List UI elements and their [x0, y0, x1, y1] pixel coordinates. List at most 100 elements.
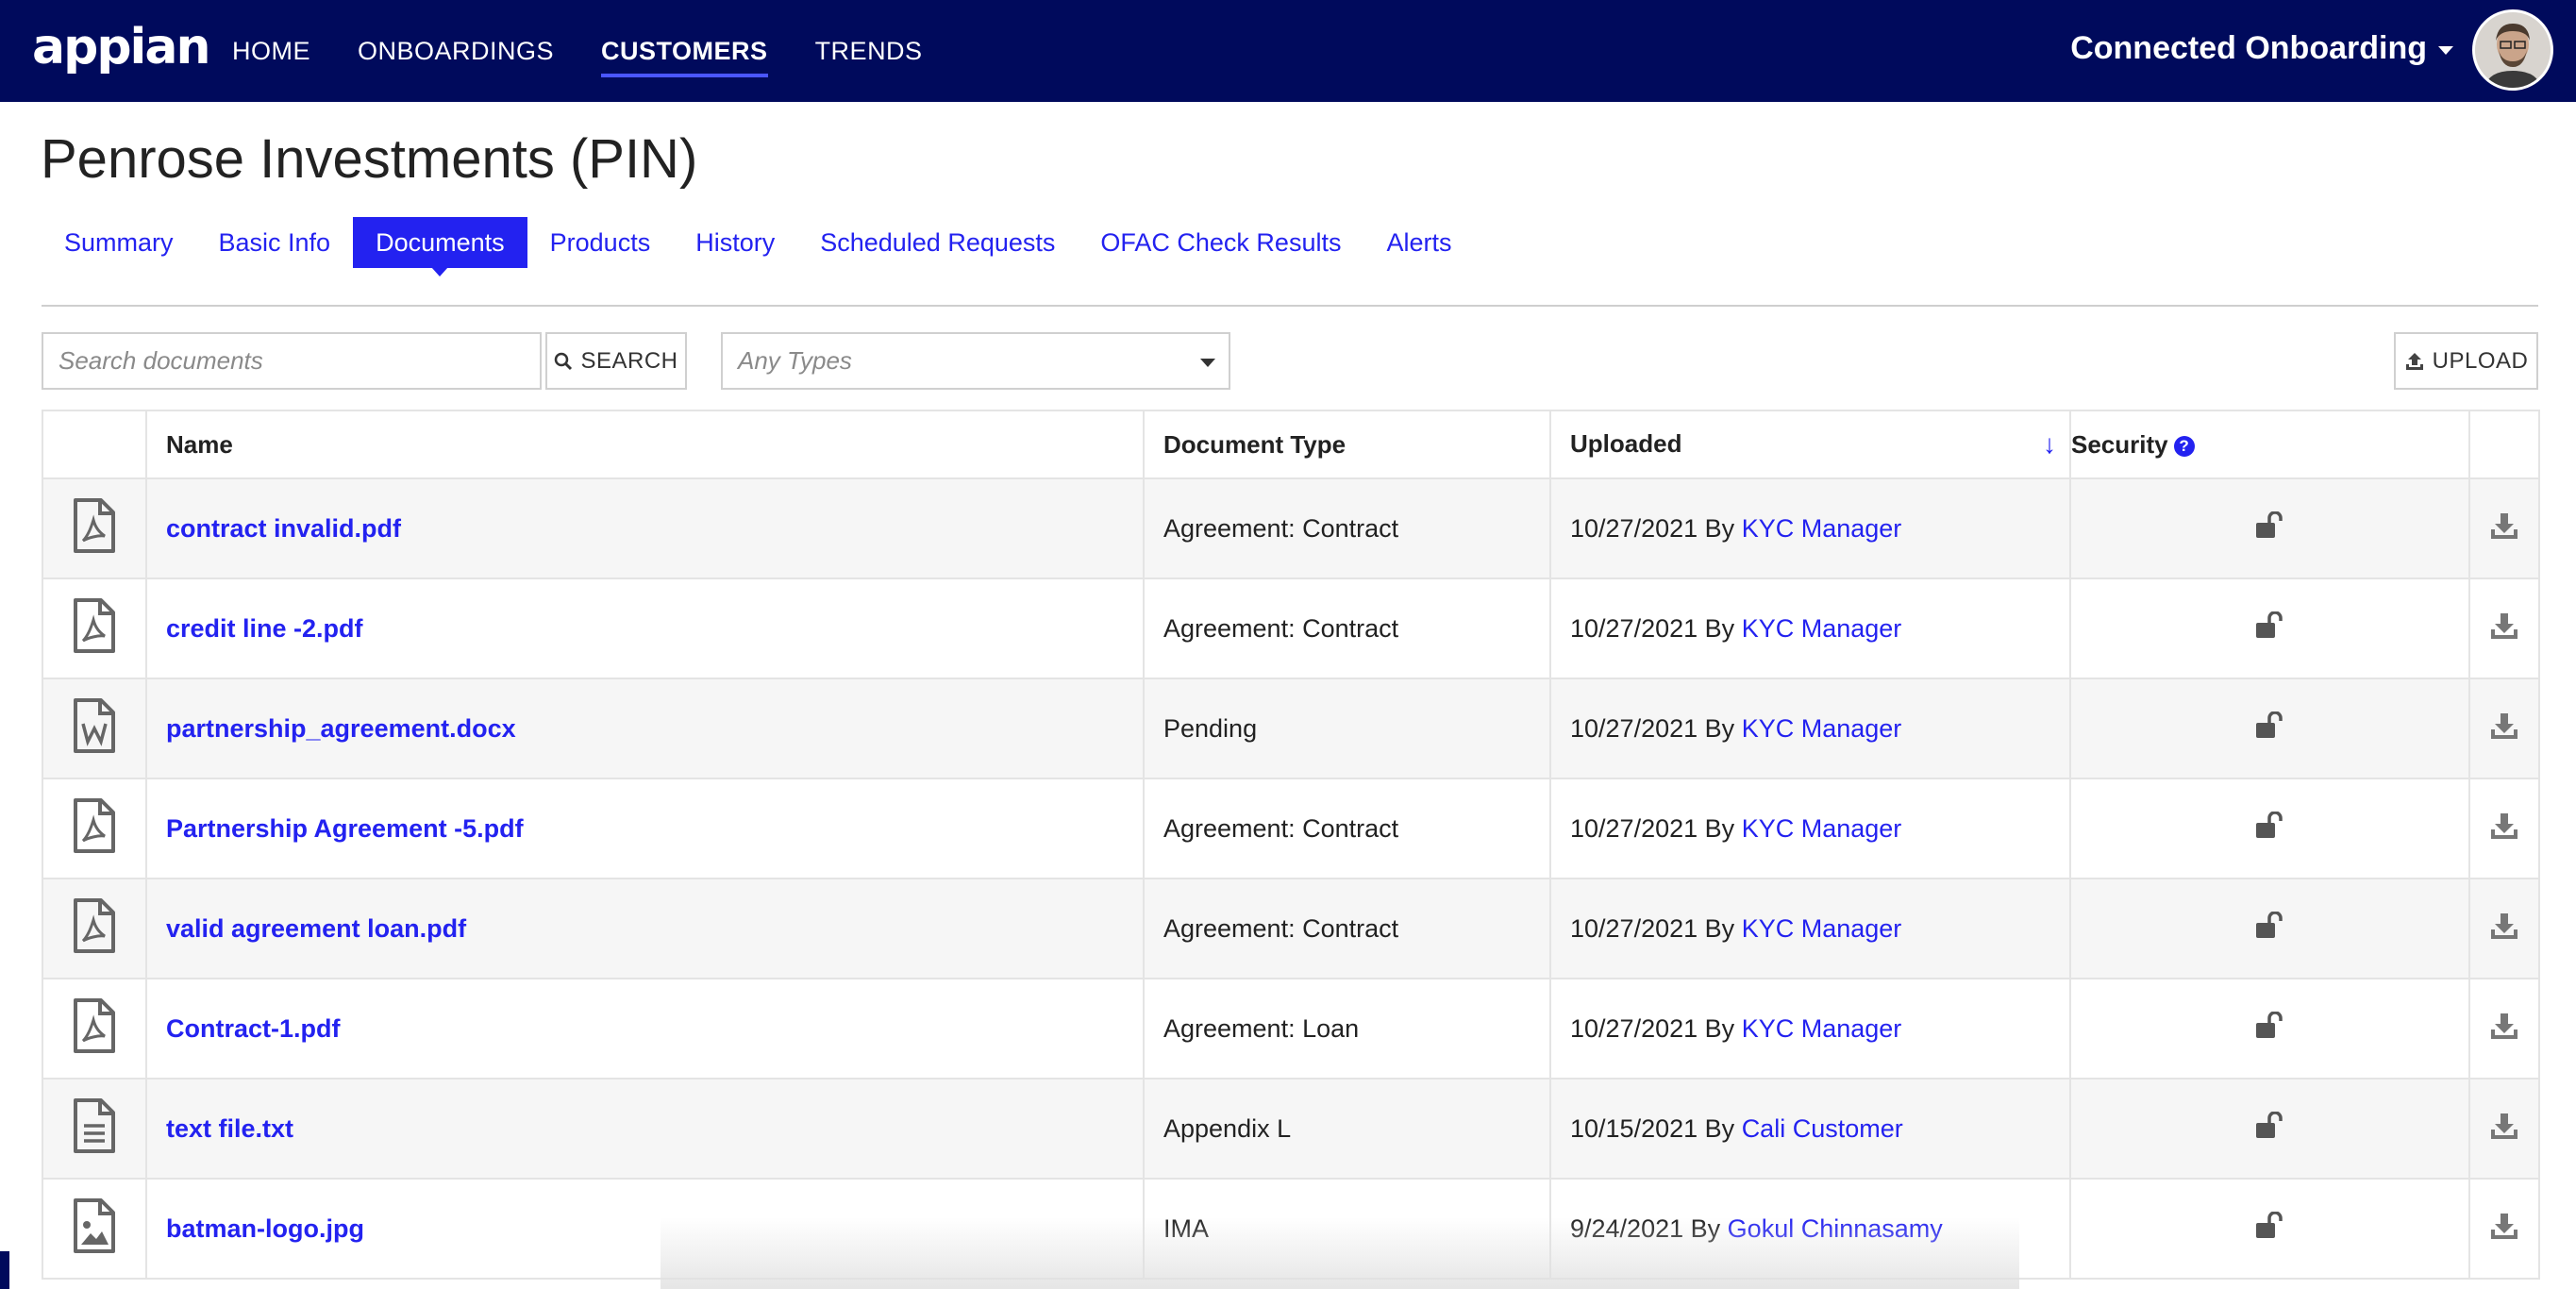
document-name-link[interactable]: contract invalid.pdf — [166, 514, 401, 543]
unlock-icon[interactable] — [2254, 1010, 2286, 1046]
document-type-cell: Agreement: Contract — [1143, 578, 1551, 679]
download-icon[interactable] — [2489, 512, 2519, 546]
table-row: partnership_agreement.docx Pending 10/27… — [42, 678, 2540, 779]
uploader-link[interactable]: KYC Manager — [1742, 914, 1902, 943]
document-name-link[interactable]: Partnership Agreement -5.pdf — [166, 814, 524, 843]
table-row: valid agreement loan.pdf Agreement: Cont… — [42, 878, 2540, 979]
column-header-security-label: Security — [2071, 429, 2168, 459]
document-name-link[interactable]: Contract-1.pdf — [166, 1014, 341, 1043]
document-type-value: Agreement: Loan — [1163, 1013, 1360, 1043]
column-header-icon — [42, 410, 147, 479]
chevron-down-icon — [2438, 45, 2453, 55]
table-row: Partnership Agreement -5.pdf Agreement: … — [42, 778, 2540, 879]
column-header-document-type[interactable]: Document Type — [1143, 410, 1551, 479]
upload-button[interactable]: UPLOAD — [2394, 332, 2538, 390]
uploaded-cell: 10/27/2021 By KYC Manager — [1549, 978, 2071, 1080]
uploader-link[interactable]: Gokul Chinnasamy — [1728, 1214, 1943, 1243]
main-nav: HOME ONBOARDINGS CUSTOMERS TRENDS — [232, 0, 923, 102]
user-avatar[interactable] — [2472, 9, 2553, 91]
security-cell — [2069, 678, 2470, 779]
document-name-link[interactable]: text file.txt — [166, 1114, 293, 1143]
uploaded-by-label: By — [1704, 713, 1735, 743]
site-switcher[interactable]: Connected Onboarding — [2070, 30, 2453, 67]
uploader-link[interactable]: KYC Manager — [1742, 814, 1902, 843]
upload-date: 10/27/2021 — [1570, 1013, 1698, 1043]
download-icon[interactable] — [2489, 812, 2519, 846]
column-header-uploaded[interactable]: Uploaded ↓ — [1549, 410, 2071, 479]
uploader-link[interactable]: KYC Manager — [1742, 1014, 1902, 1043]
unlock-icon[interactable] — [2254, 510, 2286, 545]
file-type-cell — [42, 978, 147, 1080]
uploader-link[interactable]: KYC Manager — [1742, 714, 1902, 743]
text-file-icon — [73, 1097, 116, 1160]
help-icon[interactable]: ? — [2173, 435, 2195, 457]
document-type-cell: Agreement: Contract — [1143, 477, 1551, 579]
download-icon[interactable] — [2489, 1213, 2519, 1247]
uploader-link[interactable]: Cali Customer — [1742, 1114, 1903, 1143]
column-header-security: Security? — [2069, 410, 2470, 479]
upload-date: 10/15/2021 — [1570, 1113, 1698, 1143]
document-type-cell: Pending — [1143, 678, 1551, 779]
document-name-link[interactable]: valid agreement loan.pdf — [166, 914, 466, 943]
appian-logo[interactable]: appian — [32, 19, 210, 75]
tab-ofac-check-results[interactable]: OFAC Check Results — [1078, 217, 1363, 268]
uploader-link[interactable]: KYC Manager — [1742, 614, 1902, 643]
uploaded-cell: 10/27/2021 By KYC Manager — [1549, 678, 2071, 779]
uploader-link[interactable]: KYC Manager — [1742, 514, 1902, 543]
security-cell — [2069, 978, 2470, 1080]
tab-documents[interactable]: Documents — [353, 217, 527, 276]
document-type-cell: Appendix L — [1143, 1078, 1551, 1180]
security-cell — [2069, 878, 2470, 979]
column-header-name[interactable]: Name — [145, 410, 1145, 479]
document-name-link[interactable]: batman-logo.jpg — [166, 1214, 364, 1243]
image-file-icon — [73, 1197, 116, 1260]
table-row: batman-logo.jpg IMA 9/24/2021 By Gokul C… — [42, 1178, 2540, 1280]
download-icon[interactable] — [2489, 912, 2519, 946]
nav-item-home[interactable]: HOME — [232, 37, 310, 66]
tab-summary[interactable]: Summary — [42, 217, 196, 268]
download-cell — [2468, 978, 2540, 1080]
uploaded-cell: 10/27/2021 By KYC Manager — [1549, 578, 2071, 679]
top-navigation-bar: appian HOME ONBOARDINGS CUSTOMERS TRENDS… — [0, 0, 2576, 102]
search-documents-input[interactable] — [42, 332, 542, 390]
upload-date: 10/27/2021 — [1570, 613, 1698, 643]
nav-item-onboardings[interactable]: ONBOARDINGS — [358, 37, 554, 66]
search-button[interactable]: SEARCH — [545, 332, 687, 390]
download-icon[interactable] — [2489, 712, 2519, 746]
upload-date: 10/27/2021 — [1570, 513, 1698, 543]
download-cell — [2468, 477, 2540, 579]
tab-basic-info[interactable]: Basic Info — [196, 217, 354, 268]
document-name-link[interactable]: partnership_agreement.docx — [166, 714, 516, 743]
download-icon[interactable] — [2489, 612, 2519, 646]
document-type-filter[interactable]: Any Types — [721, 332, 1230, 390]
unlock-icon[interactable] — [2254, 1210, 2286, 1246]
chevron-down-icon — [1200, 359, 1215, 367]
tab-products[interactable]: Products — [527, 217, 674, 268]
uploaded-by-label: By — [1704, 1113, 1735, 1143]
download-cell — [2468, 678, 2540, 779]
document-type-cell: IMA — [1143, 1178, 1551, 1280]
document-type-value: Agreement: Contract — [1163, 813, 1399, 843]
tab-scheduled-requests[interactable]: Scheduled Requests — [797, 217, 1078, 268]
uploaded-cell: 10/15/2021 By Cali Customer — [1549, 1078, 2071, 1180]
security-cell — [2069, 1178, 2470, 1280]
unlock-icon[interactable] — [2254, 710, 2286, 745]
download-icon[interactable] — [2489, 1013, 2519, 1046]
unlock-icon[interactable] — [2254, 910, 2286, 946]
unlock-icon[interactable] — [2254, 1110, 2286, 1146]
tab-history[interactable]: History — [673, 217, 797, 268]
column-header-uploaded-label: Uploaded — [1570, 429, 1682, 458]
column-header-download — [2468, 410, 2540, 479]
unlock-icon[interactable] — [2254, 810, 2286, 845]
unlock-icon[interactable] — [2254, 610, 2286, 645]
uploaded-by-label: By — [1704, 913, 1735, 943]
nav-item-customers[interactable]: CUSTOMERS — [601, 37, 768, 77]
tab-alerts[interactable]: Alerts — [1363, 217, 1474, 268]
sort-descending-icon[interactable]: ↓ — [2043, 429, 2056, 460]
pdf-file-icon — [73, 497, 116, 560]
document-type-value: Agreement: Contract — [1163, 613, 1399, 643]
document-name-link[interactable]: credit line -2.pdf — [166, 614, 363, 643]
document-type-value: Agreement: Contract — [1163, 913, 1399, 943]
download-icon[interactable] — [2489, 1113, 2519, 1147]
nav-item-trends[interactable]: TRENDS — [815, 37, 923, 66]
